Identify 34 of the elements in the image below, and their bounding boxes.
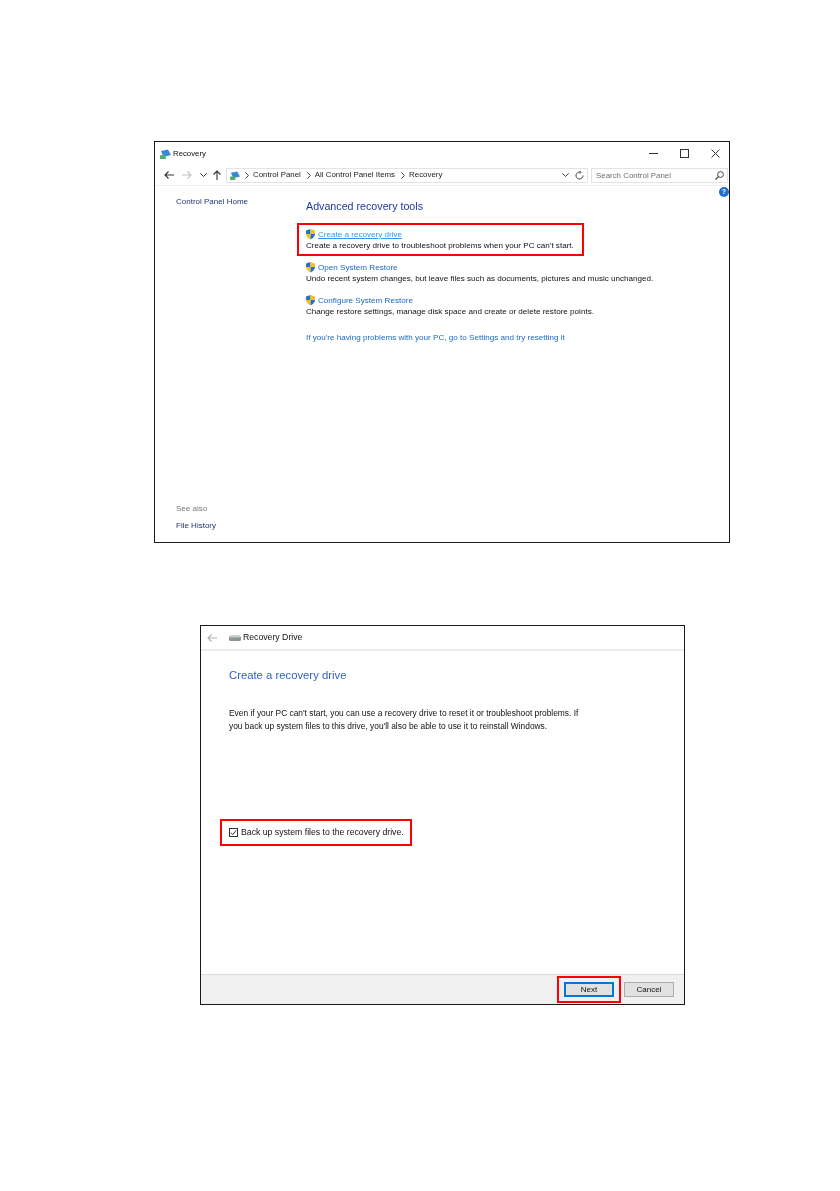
shield-icon: [306, 229, 315, 240]
see-also-label: See also: [176, 503, 208, 514]
chevron-right-icon[interactable]: [401, 171, 406, 179]
maximize-icon[interactable]: [680, 149, 689, 158]
panel-icon: [160, 148, 171, 159]
task-description: Undo recent system changes, but leave files such as documents, pictures and music unchanged.: [306, 273, 654, 284]
task-description: Change restore settings, manage disk space and create or delete restore points.: [306, 306, 594, 317]
refresh-icon[interactable]: [575, 170, 584, 180]
task-link[interactable]: Open System Restore: [318, 262, 398, 273]
wizard-button[interactable]: Next: [564, 982, 614, 997]
page-heading: Create a recovery drive: [229, 668, 347, 682]
shield-icon: [306, 262, 315, 273]
panel-icon: [230, 170, 240, 180]
window-title: Recovery Drive: [243, 632, 303, 643]
search-icon[interactable]: [715, 170, 724, 180]
chevron-down-icon[interactable]: [200, 173, 207, 177]
drive-icon: [229, 634, 241, 641]
section-heading: Advanced recovery tools: [306, 199, 424, 213]
home-link[interactable]: Control Panel Home: [176, 196, 249, 207]
wizard-button[interactable]: Cancel: [624, 982, 674, 997]
description-text: Even if your PC can't start, you can use a recovery drive to reset it or troubleshoot problems. If you back up system files to this drive, you'll also be able to use it to reinstall Windows.: [229, 707, 580, 733]
arrow-up-icon[interactable]: [213, 170, 221, 180]
shield-icon: [306, 295, 315, 306]
sidebar-link[interactable]: File History: [176, 520, 216, 531]
chevron-right-icon[interactable]: [306, 171, 311, 179]
chevron-down-icon[interactable]: [562, 173, 569, 177]
task-link[interactable]: Configure System Restore: [318, 295, 413, 306]
chevron-right-icon[interactable]: [245, 171, 249, 179]
task-description: Create a recovery drive to troubleshoot problems when your PC can't start.: [306, 240, 574, 251]
settings-link[interactable]: If you're having problems with your PC, go to Settings and try resetting it: [306, 332, 565, 343]
checkbox-label[interactable]: Back up system files to the recovery drive.: [241, 827, 404, 838]
arrow-left-icon[interactable]: [164, 171, 174, 179]
checkbox[interactable]: [229, 828, 238, 837]
close-icon[interactable]: [711, 149, 720, 158]
